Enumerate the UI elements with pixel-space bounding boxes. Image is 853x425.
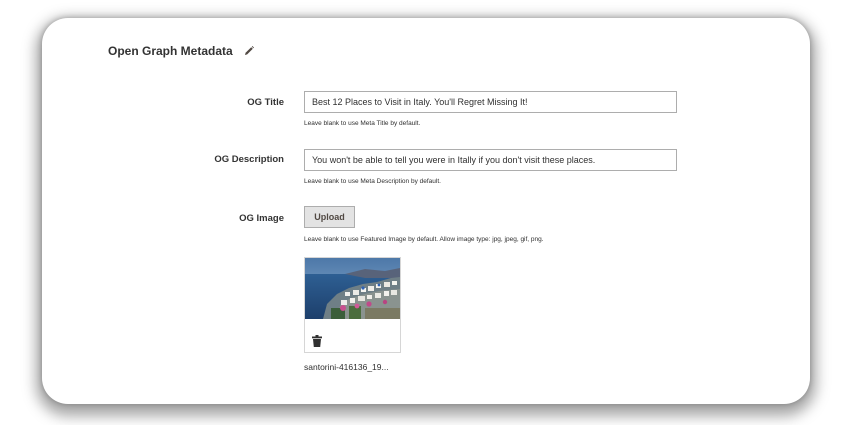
santorini-thumbnail xyxy=(305,258,400,319)
og-title-input[interactable]: Best 12 Places to Visit in Italy. You'll… xyxy=(304,91,677,113)
image-preview xyxy=(304,257,401,353)
og-description-note: Leave blank to use Meta Description by d… xyxy=(304,178,441,185)
pencil-icon[interactable] xyxy=(243,45,255,57)
upload-button[interactable]: Upload xyxy=(304,206,355,228)
section-header: Open Graph Metadata xyxy=(108,44,255,58)
image-filename: santorini-416136_19... xyxy=(304,362,389,372)
trash-icon[interactable] xyxy=(312,334,322,347)
og-title-label: OG Title xyxy=(247,97,284,108)
screen: Open Graph Metadata OG Title Best 12 Pla… xyxy=(0,0,853,425)
og-image-label: OG Image xyxy=(239,213,284,224)
og-title-note: Leave blank to use Meta Title by default… xyxy=(304,120,421,127)
og-image-note: Leave blank to use Featured Image by def… xyxy=(304,236,544,243)
metadata-panel: Open Graph Metadata OG Title Best 12 Pla… xyxy=(42,18,810,404)
og-description-label: OG Description xyxy=(214,154,284,165)
section-title: Open Graph Metadata xyxy=(108,44,233,58)
og-description-input[interactable]: You won't be able to tell you were in It… xyxy=(304,149,677,171)
